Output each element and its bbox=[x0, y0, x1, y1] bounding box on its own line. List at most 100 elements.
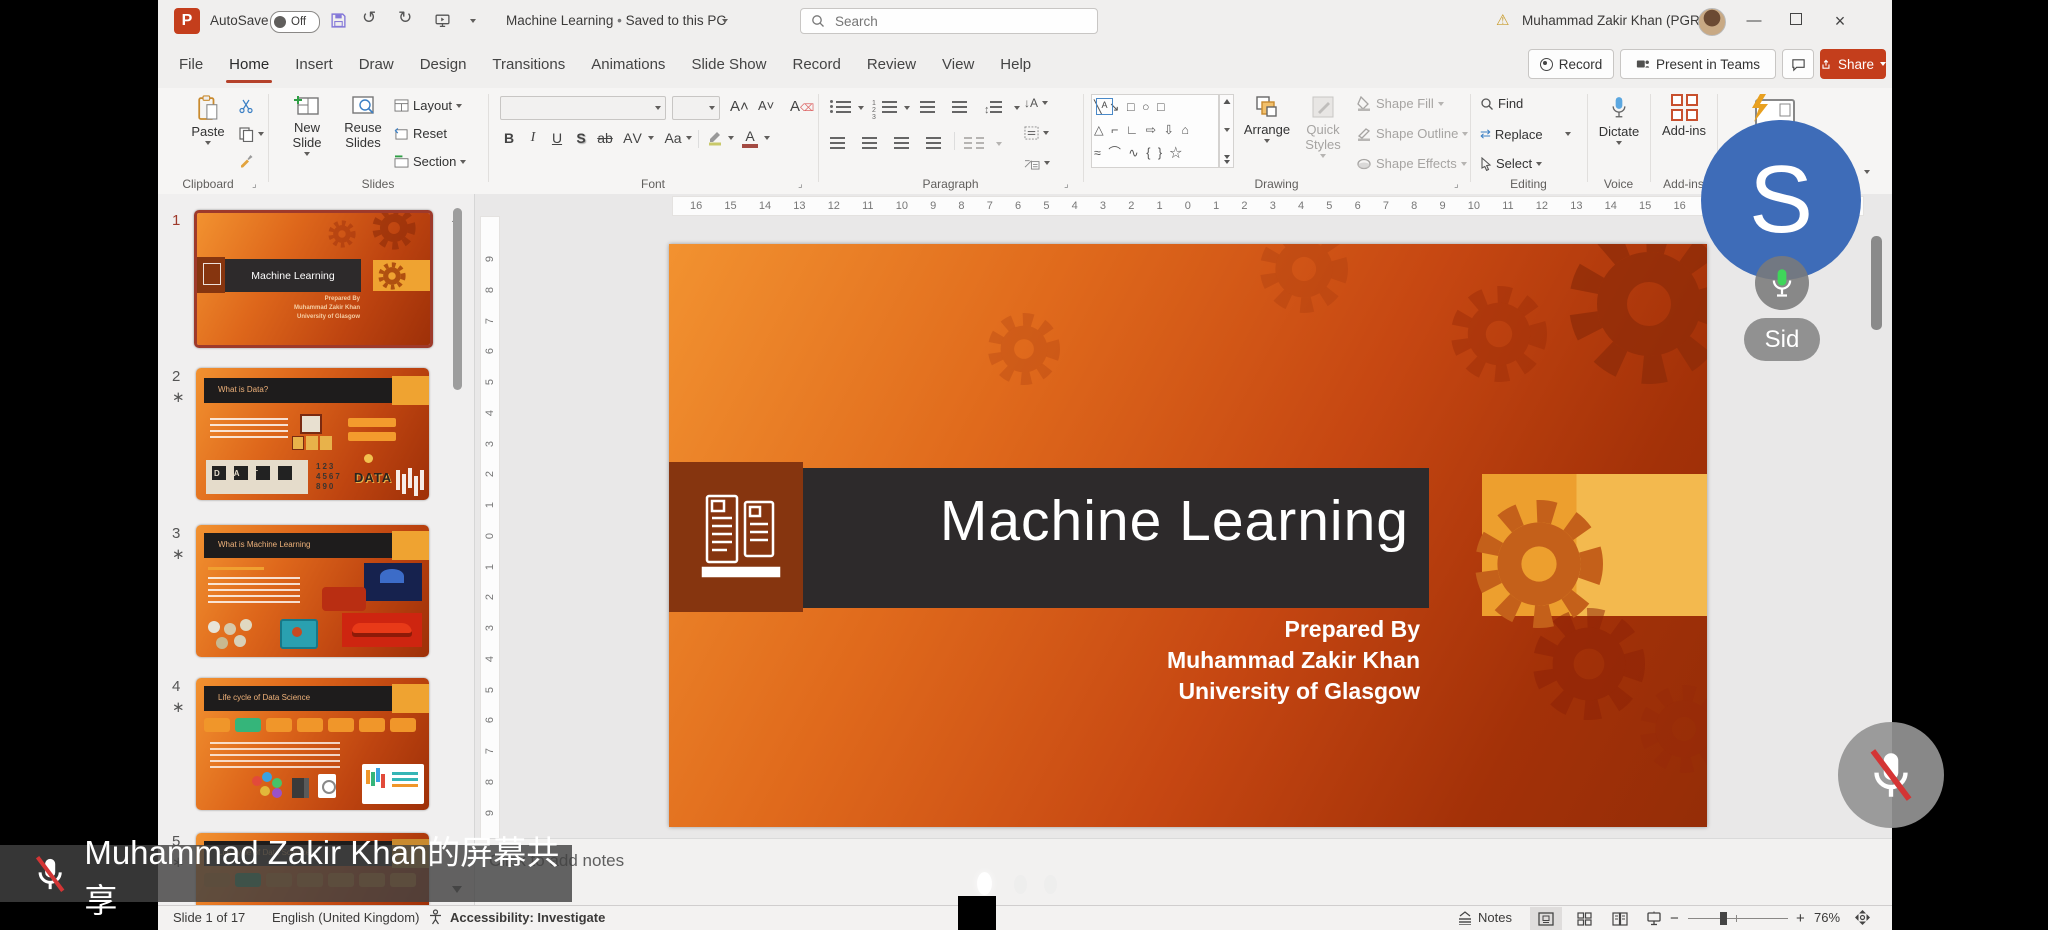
ribbon-tab[interactable]: Help bbox=[987, 42, 1044, 88]
ribbon-tab[interactable]: Slide Show bbox=[678, 42, 779, 88]
present-in-teams-button[interactable]: Present in Teams bbox=[1620, 49, 1776, 79]
ribbon-tab[interactable]: Draw bbox=[346, 42, 407, 88]
page-indicator-dot[interactable] bbox=[1044, 875, 1057, 894]
shape-effects-button[interactable]: Shape Effects bbox=[1356, 156, 1467, 171]
find-button[interactable]: Find bbox=[1480, 96, 1523, 111]
columns-chevron-icon[interactable] bbox=[996, 142, 1002, 146]
addins-button[interactable]: Add-ins bbox=[1658, 94, 1710, 138]
canvas-scrollbar[interactable] bbox=[1871, 236, 1882, 330]
search-input[interactable] bbox=[833, 13, 1057, 30]
ribbon-tab[interactable]: Record bbox=[779, 42, 853, 88]
character-spacing-button[interactable]: AV bbox=[622, 130, 644, 146]
shape-gallery-scrollbar[interactable] bbox=[1219, 94, 1234, 168]
reset-button[interactable]: Reset bbox=[394, 126, 447, 141]
new-slide-button[interactable]: New Slide bbox=[278, 94, 336, 156]
zoom-in-button[interactable]: + bbox=[1796, 910, 1805, 927]
page-indicator-dot[interactable] bbox=[977, 872, 992, 895]
ribbon-tab[interactable]: Review bbox=[854, 42, 929, 88]
slide-title[interactable]: Machine Learning bbox=[803, 488, 1427, 554]
share-button[interactable]: Share bbox=[1820, 49, 1886, 79]
shape-outline-button[interactable]: Shape Outline bbox=[1356, 126, 1468, 141]
slide-thumbnail-4[interactable]: Life cycle of Data Science bbox=[196, 678, 429, 810]
document-title[interactable]: Machine Learning • Saved to this PC bbox=[506, 13, 726, 28]
align-text-button[interactable] bbox=[1024, 126, 1049, 140]
clipboard-dialog-launcher[interactable]: ⌟ bbox=[252, 179, 257, 190]
zoom-level[interactable]: 76% bbox=[1814, 910, 1840, 925]
ribbon-collapse-chevron-icon[interactable] bbox=[1864, 170, 1870, 174]
align-center-button[interactable] bbox=[862, 136, 877, 154]
slideshow-view-button[interactable] bbox=[1638, 907, 1670, 930]
layout-button[interactable]: Layout bbox=[394, 98, 462, 113]
paragraph-dialog-launcher[interactable]: ⌟ bbox=[1064, 179, 1069, 190]
increase-indent-button[interactable] bbox=[952, 100, 967, 118]
search-bar[interactable] bbox=[800, 8, 1098, 34]
font-name-combo[interactable] bbox=[500, 96, 666, 120]
align-left-button[interactable] bbox=[830, 136, 845, 154]
text-direction-button[interactable]: ↓A bbox=[1024, 96, 1048, 110]
quick-access-chevron-icon[interactable] bbox=[470, 19, 476, 23]
numbering-chevron-icon[interactable] bbox=[904, 106, 910, 110]
autosave-toggle[interactable]: Off bbox=[270, 11, 320, 33]
comments-button[interactable] bbox=[1782, 49, 1814, 79]
align-right-button[interactable] bbox=[894, 136, 909, 154]
font-color-button[interactable]: A bbox=[742, 128, 758, 148]
clear-formatting-button[interactable]: A⌫ bbox=[790, 98, 814, 115]
format-painter-icon[interactable] bbox=[238, 152, 254, 168]
change-case-button[interactable]: Aa bbox=[662, 130, 684, 146]
gallery-down-icon[interactable] bbox=[1224, 128, 1230, 132]
columns-button[interactable] bbox=[964, 136, 984, 154]
smartart-button[interactable] bbox=[1024, 156, 1050, 170]
select-button[interactable]: Select bbox=[1480, 156, 1542, 171]
copy-icon[interactable] bbox=[238, 126, 254, 142]
thumb-panel-scrollbar[interactable] bbox=[453, 208, 462, 390]
slide-sorter-view-button[interactable] bbox=[1568, 907, 1600, 930]
copy-chevron-icon[interactable] bbox=[258, 132, 264, 136]
decrease-indent-button[interactable] bbox=[920, 100, 935, 118]
shrink-font-button[interactable]: A˅ bbox=[758, 98, 774, 113]
warning-icon[interactable]: ⚠ bbox=[1496, 11, 1509, 29]
ribbon-tab[interactable]: Animations bbox=[578, 42, 678, 88]
ribbon-tab[interactable]: View bbox=[929, 42, 987, 88]
font-color-chevron-icon[interactable] bbox=[764, 136, 770, 140]
record-button[interactable]: Record bbox=[1528, 49, 1614, 79]
bullets-chevron-icon[interactable] bbox=[858, 106, 864, 110]
notes-toggle-button[interactable]: Notes bbox=[1478, 910, 1512, 925]
line-spacing-chevron-icon[interactable] bbox=[1014, 106, 1020, 110]
line-spacing-button[interactable]: ↕ bbox=[984, 100, 1002, 118]
slide-thumbnail-1[interactable]: Machine Learning Prepared ByMuhammad Zak… bbox=[194, 210, 433, 348]
bold-button[interactable]: B bbox=[498, 130, 520, 146]
account-avatar[interactable] bbox=[1698, 8, 1726, 36]
change-case-chevron-icon[interactable] bbox=[686, 136, 692, 140]
drawing-dialog-launcher[interactable]: ⌟ bbox=[1454, 179, 1459, 190]
close-button[interactable]: × bbox=[1820, 0, 1860, 42]
ribbon-tab[interactable]: Transitions bbox=[479, 42, 578, 88]
dictate-button[interactable]: Dictate bbox=[1592, 94, 1646, 145]
self-mute-button[interactable] bbox=[1838, 722, 1944, 828]
numbering-button[interactable]: 123 bbox=[872, 100, 876, 121]
bullets-button[interactable] bbox=[830, 100, 851, 118]
maximize-button[interactable] bbox=[1776, 0, 1816, 42]
character-spacing-chevron-icon[interactable] bbox=[648, 136, 654, 140]
reading-view-button[interactable] bbox=[1604, 907, 1636, 930]
shape-fill-button[interactable]: Shape Fill bbox=[1356, 96, 1444, 111]
grow-font-button[interactable]: A˄ bbox=[730, 98, 749, 115]
slide-editor[interactable]: Machine Learning Prepared ByMuhammad Zak… bbox=[669, 244, 1707, 827]
arrange-button[interactable]: Arrange bbox=[1240, 94, 1294, 143]
text-highlight-chevron-icon[interactable] bbox=[728, 136, 734, 140]
undo-icon[interactable]: ↺ bbox=[362, 8, 376, 28]
shape-gallery-row[interactable]: △ ⌐ ∟ ⇨ ⇩ ⌂ bbox=[1094, 119, 1216, 142]
redo-icon[interactable]: ↻ bbox=[398, 8, 412, 28]
section-button[interactable]: Section bbox=[394, 154, 466, 169]
ribbon-tab[interactable]: Home bbox=[216, 42, 282, 88]
gallery-more-icon[interactable] bbox=[1224, 155, 1230, 164]
normal-view-button[interactable] bbox=[1530, 907, 1562, 930]
minimize-button[interactable]: — bbox=[1734, 0, 1774, 42]
text-shadow-button[interactable]: S bbox=[570, 130, 592, 146]
doc-title-chevron-icon[interactable] bbox=[722, 19, 728, 23]
italic-button[interactable]: I bbox=[522, 130, 544, 146]
notes-pane[interactable]: Click to add notes bbox=[475, 838, 1892, 905]
account-name[interactable]: Muhammad Zakir Khan (PGR) bbox=[1522, 13, 1704, 28]
underline-button[interactable]: U bbox=[546, 130, 568, 146]
font-dialog-launcher[interactable]: ⌟ bbox=[798, 179, 803, 190]
paste-button[interactable]: Paste bbox=[180, 94, 236, 145]
